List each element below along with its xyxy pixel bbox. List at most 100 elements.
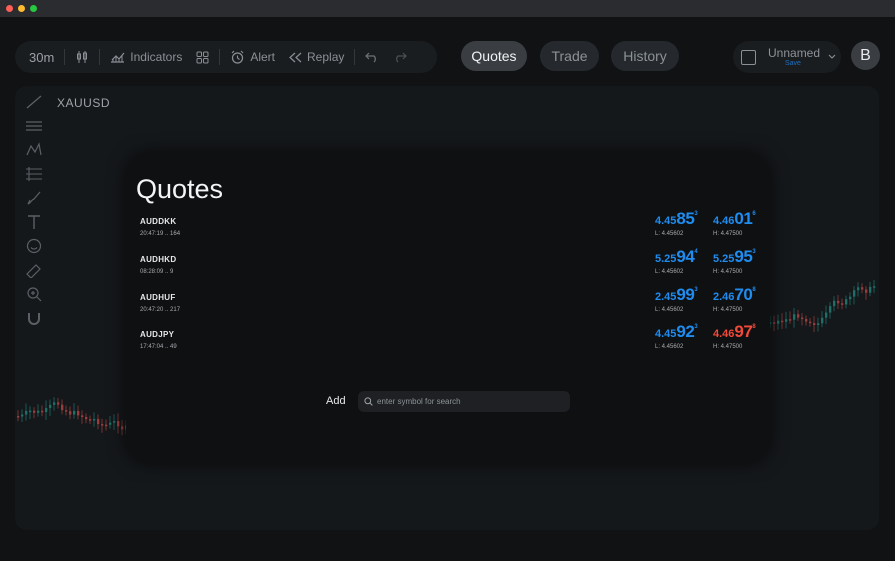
layout-selector[interactable]: Unnamed Save xyxy=(733,41,841,73)
candle-body xyxy=(817,323,820,326)
candle-body xyxy=(85,417,88,420)
magnet-icon[interactable] xyxy=(25,310,43,326)
low-value: L: 4.45602 xyxy=(655,307,684,313)
quotes-title: Quotes xyxy=(136,174,224,204)
candle-body xyxy=(97,418,100,425)
undo-button[interactable] xyxy=(361,52,383,63)
symbol-search-box[interactable] xyxy=(358,391,570,412)
redo-icon xyxy=(396,52,408,62)
candle-body xyxy=(45,408,48,412)
bid-price[interactable]: 5.25944 xyxy=(655,247,698,267)
undo-icon xyxy=(365,52,377,62)
candle-body xyxy=(837,300,840,304)
alert-label: Alert xyxy=(250,50,276,64)
bid-price[interactable]: 4.45923 xyxy=(655,322,698,342)
candle-body xyxy=(25,410,28,415)
candle-body xyxy=(109,422,112,425)
quote-symbol: AUDHUF xyxy=(140,293,176,302)
chevron-down-icon[interactable] xyxy=(828,54,836,60)
trend-line-icon[interactable] xyxy=(25,94,43,110)
candle-body xyxy=(777,320,780,324)
alert-button[interactable]: Alert xyxy=(226,50,279,65)
drawing-toolbar xyxy=(23,94,45,326)
tab-quotes-label: Quotes xyxy=(471,48,517,64)
layouts-button[interactable] xyxy=(192,51,213,64)
candle-body xyxy=(89,419,92,421)
low-value: L: 4.45602 xyxy=(655,344,684,350)
candle-body xyxy=(17,416,20,418)
candle-body xyxy=(861,287,864,290)
candle-body xyxy=(785,319,788,322)
tab-history-label: History xyxy=(623,48,667,64)
candle-body xyxy=(845,299,848,305)
text-icon[interactable] xyxy=(25,214,43,230)
chart-symbol: XAUUSD xyxy=(57,96,111,110)
quote-meta: 08:28:09 .. 9 xyxy=(140,269,174,275)
symbol-search-input[interactable] xyxy=(377,397,567,406)
tab-quotes[interactable]: Quotes xyxy=(461,41,527,71)
emoji-icon[interactable] xyxy=(25,238,43,254)
candle-body xyxy=(101,424,104,426)
high-value: H: 4.47500 xyxy=(713,231,743,237)
ask-price[interactable]: 4.46978 xyxy=(713,322,756,342)
alarm-clock-icon xyxy=(231,50,244,64)
candle-body xyxy=(69,411,72,415)
fibonacci-icon[interactable] xyxy=(25,166,43,182)
brush-icon[interactable] xyxy=(25,190,43,206)
candle-body xyxy=(853,290,856,297)
toolbar-divider xyxy=(64,49,66,65)
candle-body xyxy=(93,418,96,421)
quote-meta: 17:47:04 .. 49 xyxy=(140,344,177,350)
zoom-window-button[interactable] xyxy=(30,5,37,12)
pattern-icon[interactable] xyxy=(25,142,43,158)
close-window-button[interactable] xyxy=(6,5,13,12)
ruler-icon[interactable] xyxy=(25,262,43,278)
add-symbol-label: Add xyxy=(326,395,346,407)
candle-body xyxy=(825,312,828,318)
ask-price[interactable]: 2.46708 xyxy=(713,285,756,305)
quote-meta: 20:47:19 .. 164 xyxy=(140,231,181,237)
minimize-window-button[interactable] xyxy=(18,5,25,12)
candle-body xyxy=(33,410,36,413)
ask-price[interactable]: 4.46016 xyxy=(713,209,756,229)
candle-body xyxy=(41,410,44,413)
candle-body xyxy=(113,421,116,423)
ask-price[interactable]: 5.25953 xyxy=(713,247,756,267)
candle-body xyxy=(821,317,824,324)
replay-button[interactable]: Replay xyxy=(285,50,348,64)
candlestick-icon xyxy=(77,51,88,63)
rewind-icon xyxy=(289,52,302,62)
tab-history[interactable]: History xyxy=(611,41,679,71)
save-link[interactable]: Save xyxy=(785,60,801,67)
quote-meta: 20:47:20 .. 217 xyxy=(140,307,181,313)
user-avatar[interactable]: B xyxy=(851,41,880,70)
app-window: 30m Indicators Alert Replay Quotes Trade… xyxy=(0,17,895,561)
layout-checkbox[interactable] xyxy=(741,50,756,65)
avatar-initial: B xyxy=(860,46,871,64)
toolbar-divider xyxy=(99,49,101,65)
tab-trade[interactable]: Trade xyxy=(540,41,599,71)
quote-row[interactable]: AUDJPY 17:47:04 .. 49 4.45923 4.46978 L:… xyxy=(126,322,770,366)
high-value: H: 4.47500 xyxy=(713,307,743,313)
bid-price[interactable]: 2.45993 xyxy=(655,285,698,305)
candle-body xyxy=(49,404,52,409)
candle-body xyxy=(869,286,872,293)
candle-body xyxy=(65,410,68,412)
candle-body xyxy=(61,404,64,411)
candle-body xyxy=(73,410,76,415)
timeframe-label: 30m xyxy=(29,49,55,65)
candle-body xyxy=(29,410,32,413)
zoom-in-icon[interactable] xyxy=(25,286,43,302)
candle-body xyxy=(53,402,56,405)
timeframe-button[interactable]: 30m xyxy=(25,50,58,65)
toolbar-divider xyxy=(354,49,356,65)
chart-type-button[interactable] xyxy=(71,50,93,64)
indicators-icon xyxy=(111,52,125,63)
candle-body xyxy=(841,303,844,305)
indicators-button[interactable]: Indicators xyxy=(106,50,186,64)
window-titlebar xyxy=(0,0,895,17)
candle-body xyxy=(829,306,832,313)
redo-button[interactable] xyxy=(389,52,411,63)
horizontal-lines-icon[interactable] xyxy=(25,118,43,134)
bid-price[interactable]: 4.45853 xyxy=(655,209,698,229)
